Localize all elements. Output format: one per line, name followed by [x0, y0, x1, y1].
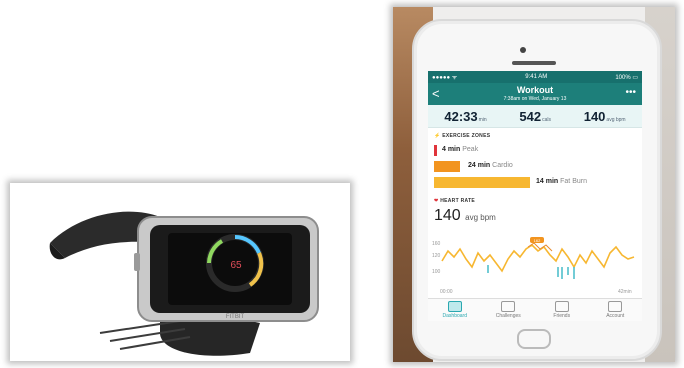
- zone-cardio[interactable]: 24 min Cardio: [428, 158, 642, 174]
- heart-icon: ❤: [434, 198, 439, 204]
- speaker-grille: [512, 61, 556, 65]
- heart-rate-value: 140 avg bpm: [434, 207, 496, 224]
- zone-fat-burn[interactable]: 14 min Fat Burn: [428, 174, 642, 190]
- bottom-tab-bar: Dashboard Challenges Friends Account: [428, 298, 642, 321]
- watch-screen-value: 65: [230, 260, 242, 271]
- tab-dashboard[interactable]: Dashboard: [428, 299, 482, 321]
- camera-icon: [520, 47, 526, 53]
- svg-text:00:00: 00:00: [440, 289, 453, 295]
- fitbit-watch-image: 65 FITBIT: [49, 211, 319, 356]
- status-bar: ●●●●● ᯤ 9:41 AM 100% ▭: [428, 71, 642, 83]
- account-icon: [608, 301, 623, 312]
- carrier-signal: ●●●●● ᯤ: [432, 75, 458, 81]
- page-title: Workout: [516, 85, 554, 95]
- heart-rate-chart: 160 120 100 162 00:00 42min: [432, 237, 635, 295]
- stat-calories: 542cals: [519, 108, 551, 124]
- svg-text:160: 160: [432, 241, 441, 247]
- svg-text:162: 162: [534, 238, 541, 243]
- home-button: [517, 329, 551, 349]
- exercise-zones-header: ⚡ EXERCISE ZONES: [434, 133, 491, 139]
- zone-peak[interactable]: 4 min Peak: [428, 142, 642, 158]
- svg-text:42min: 42min: [618, 289, 632, 295]
- heart-rate-header: ❤ HEART RATE: [434, 198, 476, 204]
- tab-account[interactable]: Account: [589, 299, 643, 321]
- nav-bar: < Workout 7:38am on Wed, January 13 •••: [428, 83, 642, 105]
- status-time: 9:41 AM: [525, 74, 548, 80]
- stat-avg-bpm: 140avg bpm: [583, 108, 626, 124]
- watch-brand: FITBIT: [226, 314, 245, 320]
- app-screen: ●●●●● ᯤ 9:41 AM 100% ▭ < Workout 7:38am …: [428, 71, 642, 321]
- svg-text:120: 120: [432, 253, 441, 259]
- battery-indicator: 100% ▭: [615, 74, 638, 81]
- phone-photo-frame: ●●●●● ᯤ 9:41 AM 100% ▭ < Workout 7:38am …: [393, 7, 675, 362]
- zones-icon: ⚡: [434, 133, 441, 139]
- more-options-icon[interactable]: •••: [625, 87, 636, 98]
- watch-photo-frame: 65 FITBIT: [10, 183, 350, 361]
- page-subtitle: 7:38am on Wed, January 13: [503, 96, 567, 102]
- dashboard-icon: [447, 301, 462, 312]
- tab-friends[interactable]: Friends: [535, 299, 589, 321]
- friends-icon: [554, 301, 569, 312]
- challenges-icon: [501, 301, 516, 312]
- svg-text:100: 100: [432, 269, 441, 275]
- tab-challenges[interactable]: Challenges: [482, 299, 536, 321]
- workout-stats: 42:33min 542cals 140avg bpm: [428, 105, 642, 128]
- stat-duration: 42:33min: [444, 108, 487, 124]
- iphone-device: ●●●●● ᯤ 9:41 AM 100% ▭ < Workout 7:38am …: [412, 19, 662, 361]
